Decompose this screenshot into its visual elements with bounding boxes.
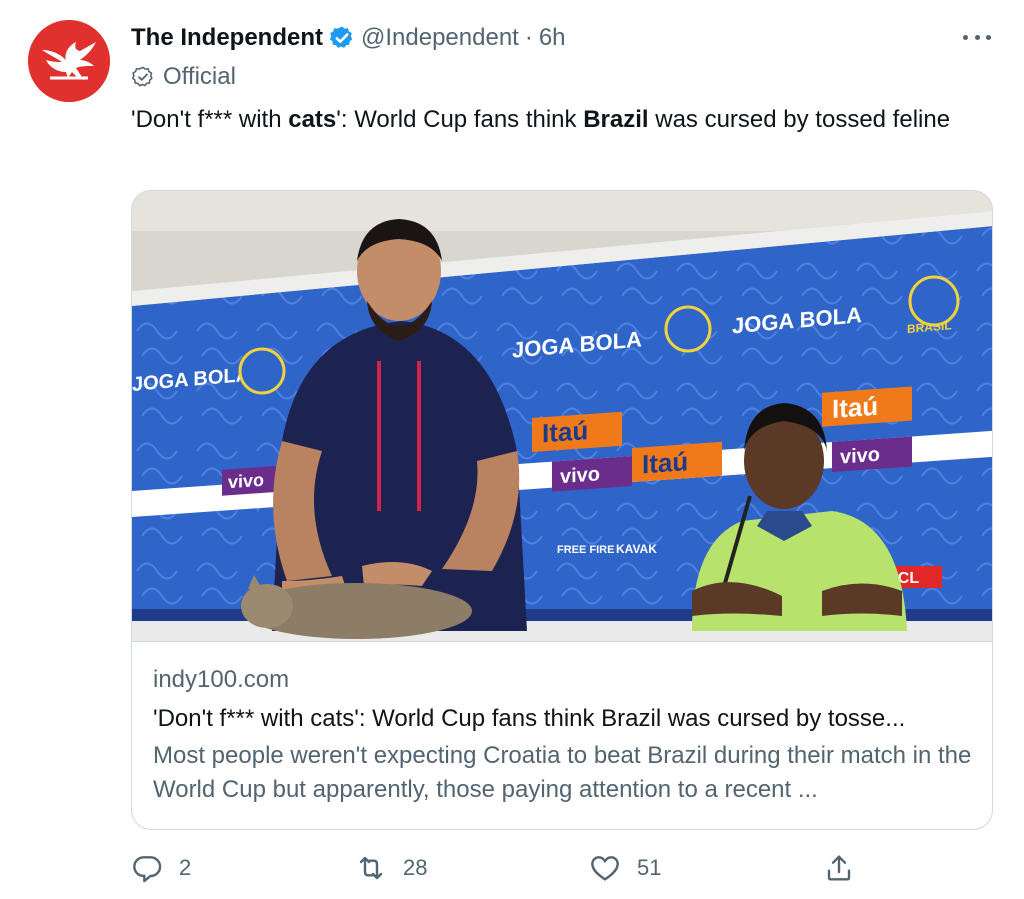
tweet-text-bold: cats bbox=[288, 106, 337, 133]
card-body[interactable]: indy100.com 'Don't f*** with cats': Worl… bbox=[132, 641, 992, 829]
backdrop-text: Itaú bbox=[642, 446, 688, 479]
tweet-text: 'Don't f*** with cats': World Cup fans t… bbox=[131, 103, 981, 137]
link-card[interactable]: JOGA BOLA JOGA BOLA JOGA BOLA BRASIL Ita… bbox=[131, 190, 993, 830]
tweet[interactable]: The Independent @Independent · 6h Offici… bbox=[0, 0, 1024, 899]
account-handle[interactable]: @Independent bbox=[361, 24, 519, 52]
backdrop-text: Itaú bbox=[832, 391, 878, 424]
tweet-actions: 2 28 51 bbox=[131, 848, 871, 888]
card-description: Most people weren't expecting Croatia to… bbox=[153, 742, 972, 803]
retweet-button[interactable]: 28 bbox=[355, 848, 427, 888]
backdrop-text: KAVAK bbox=[616, 542, 657, 556]
official-label-text: Official bbox=[163, 63, 236, 90]
press-conference-photo: JOGA BOLA JOGA BOLA JOGA BOLA BRASIL Ita… bbox=[132, 191, 992, 641]
more-options-icon[interactable] bbox=[960, 24, 994, 50]
heart-icon bbox=[589, 852, 621, 884]
backdrop-text: vivo bbox=[560, 463, 600, 488]
tweet-text-part: was cursed by tossed feline bbox=[648, 106, 951, 133]
share-button[interactable] bbox=[823, 848, 871, 888]
card-title: 'Don't f*** with cats': World Cup fans t… bbox=[153, 705, 906, 732]
card-image[interactable]: JOGA BOLA JOGA BOLA JOGA BOLA BRASIL Ita… bbox=[132, 191, 992, 641]
separator-dot: · bbox=[524, 24, 533, 51]
tweet-text-part: 'Don't f*** with bbox=[131, 106, 289, 133]
backdrop-text: Itaú bbox=[542, 415, 588, 448]
reply-icon bbox=[131, 852, 163, 884]
retweet-icon bbox=[355, 852, 387, 884]
avatar[interactable] bbox=[28, 20, 110, 102]
eagle-logo-icon bbox=[28, 20, 110, 102]
tweet-header: The Independent @Independent · 6h bbox=[131, 22, 566, 54]
like-count: 51 bbox=[637, 855, 662, 880]
card-domain: indy100.com bbox=[153, 666, 290, 693]
tweet-text-part: ': World Cup fans think bbox=[336, 106, 584, 133]
like-button[interactable]: 51 bbox=[589, 848, 661, 888]
reply-button[interactable]: 2 bbox=[131, 848, 191, 888]
backdrop-text: FREE FIRE bbox=[557, 544, 614, 556]
account-name[interactable]: The Independent bbox=[131, 24, 323, 52]
tweet-text-bold: Brazil bbox=[583, 106, 649, 133]
backdrop-text: vivo bbox=[228, 470, 264, 492]
official-badge-icon bbox=[131, 65, 155, 89]
share-icon bbox=[823, 852, 855, 884]
retweet-count: 28 bbox=[403, 855, 428, 880]
official-label: Official bbox=[131, 63, 236, 91]
backdrop-text: vivo bbox=[840, 444, 880, 469]
tweet-time[interactable]: 6h bbox=[539, 24, 566, 52]
reply-count: 2 bbox=[179, 855, 192, 880]
verified-badge-icon[interactable] bbox=[329, 25, 355, 51]
